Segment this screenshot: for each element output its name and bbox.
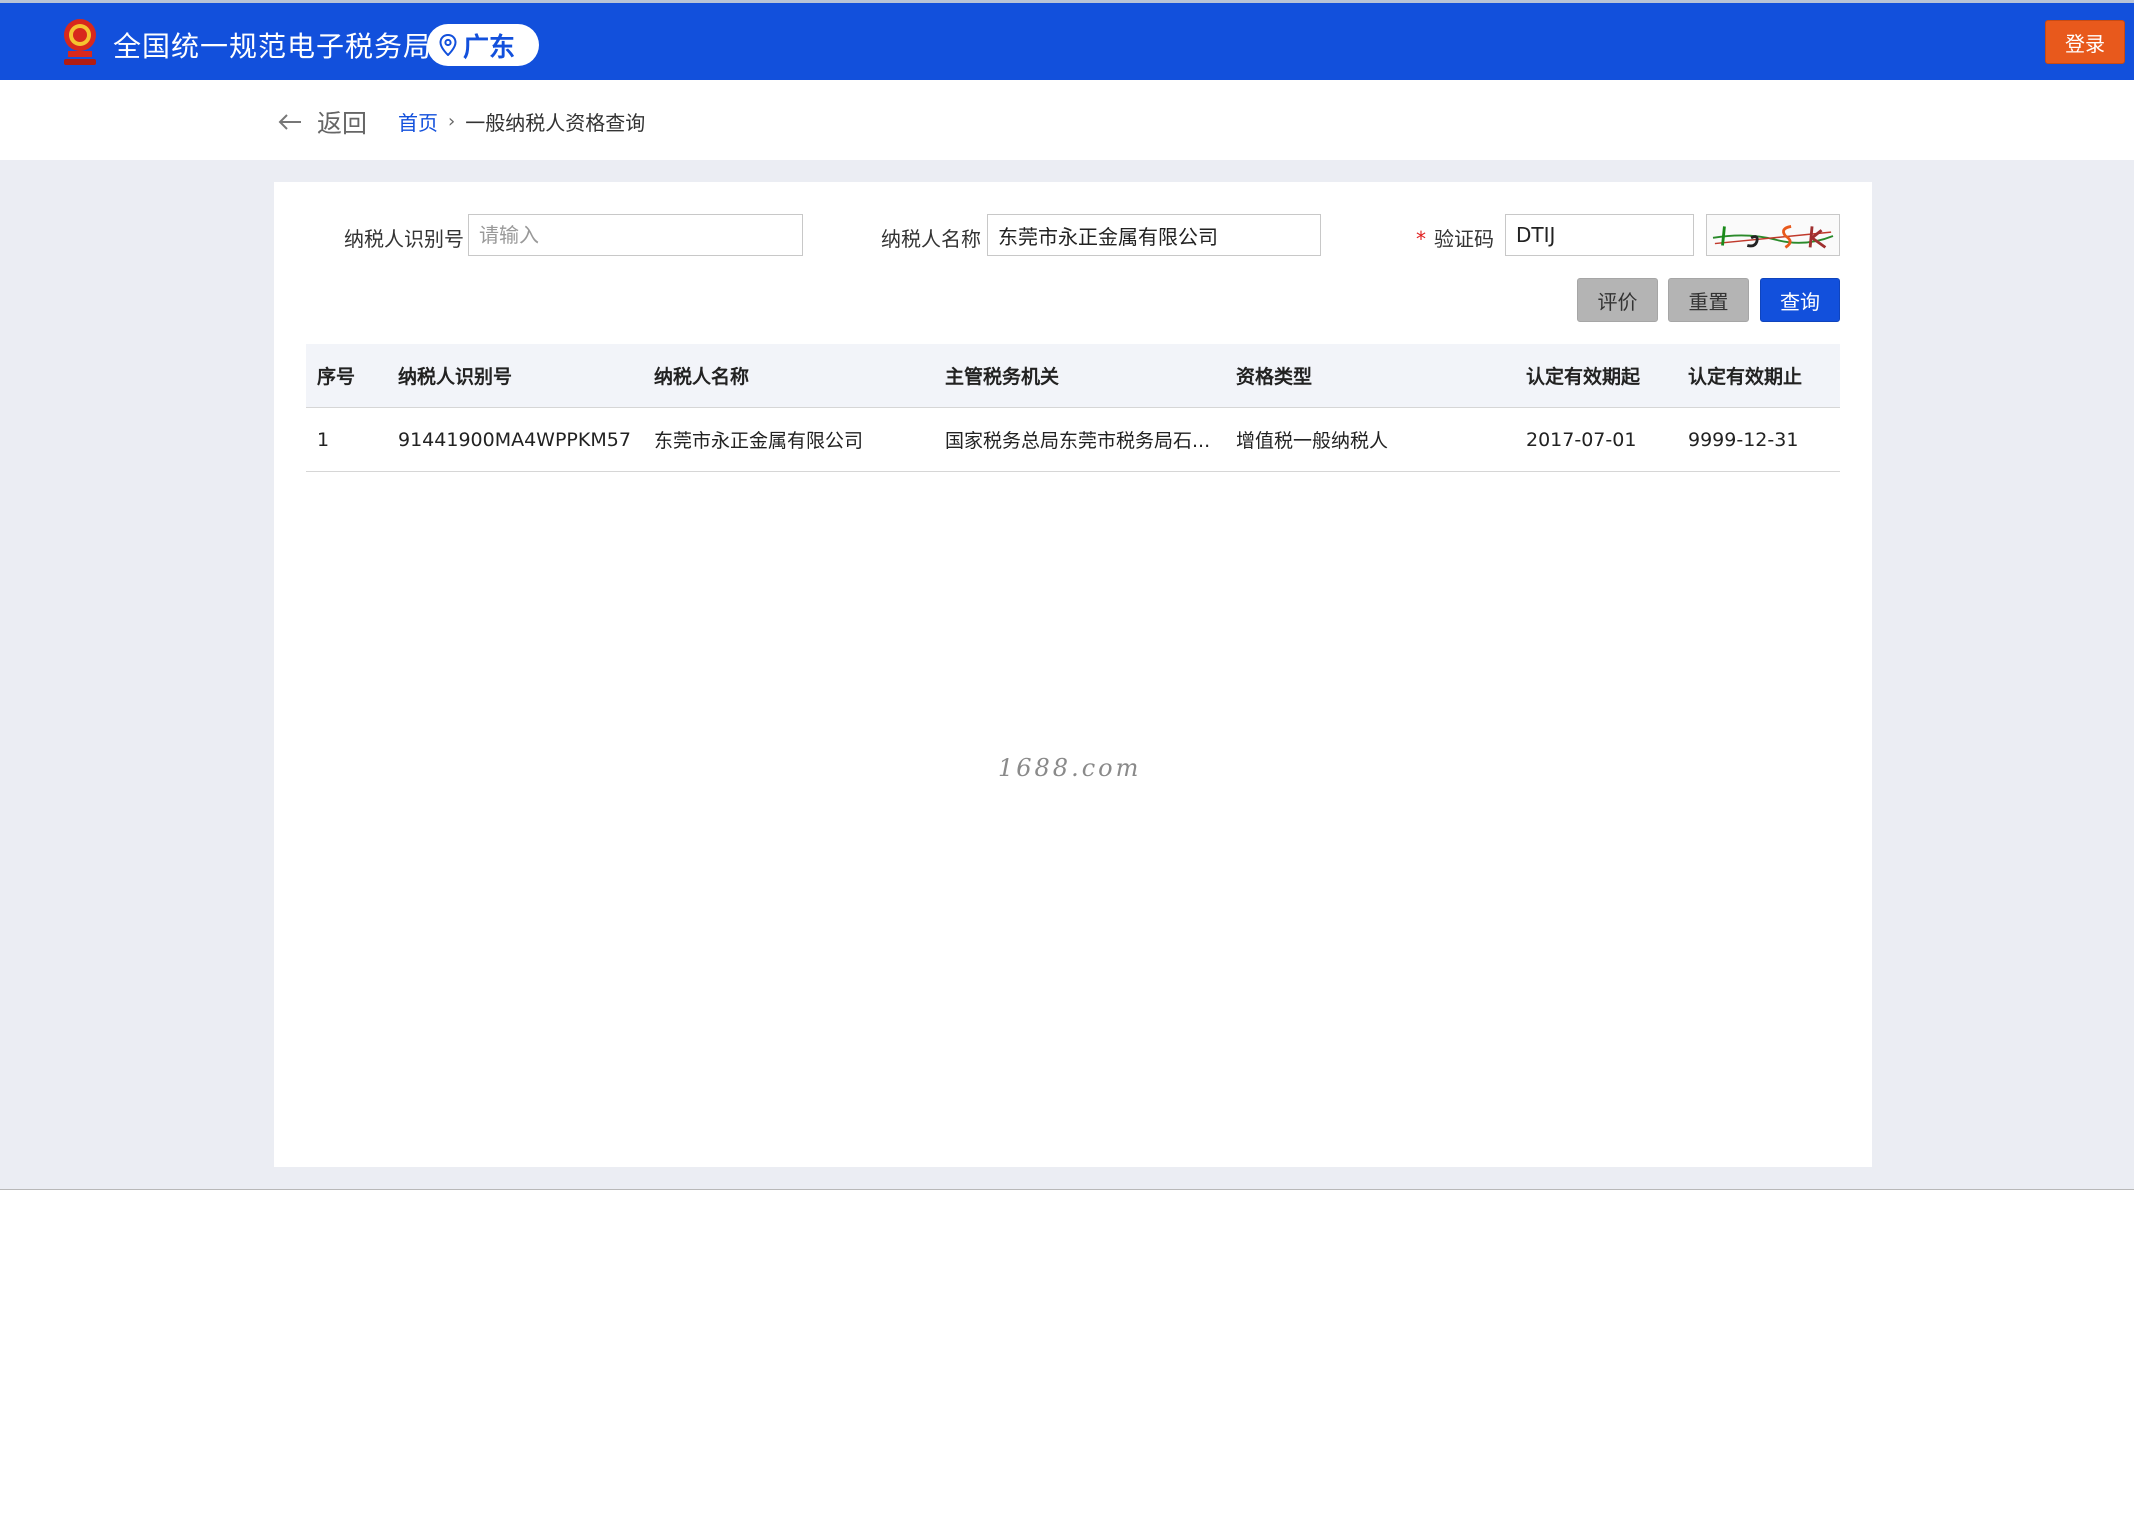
captcha-label: * 验证码 [1416, 223, 1494, 252]
cell-valid-from: 2017-07-01 [1526, 428, 1637, 451]
watermark: 1688.com [998, 754, 1142, 782]
location-pin-icon [439, 34, 457, 56]
captcha-label-text: 验证码 [1434, 227, 1494, 251]
column-header-qualification-type: 资格类型 [1236, 366, 1313, 388]
evaluate-button[interactable]: 评价 [1577, 278, 1658, 322]
login-button[interactable]: 登录 [2045, 20, 2125, 64]
taxpayer-name-label: 纳税人名称 [881, 227, 981, 251]
cell-valid-to: 9999-12-31 [1688, 428, 1799, 451]
required-mark: * [1416, 227, 1426, 251]
region-label: 广东 [463, 32, 516, 63]
taxpayer-id-input[interactable] [468, 214, 803, 256]
chevron-right-icon: › [448, 111, 456, 132]
cell-taxpayer-name: 东莞市永正金属有限公司 [654, 430, 864, 452]
query-panel [274, 182, 1872, 1167]
table-row: 1 91441900MA4WPPKM57 东莞市永正金属有限公司 国家税务总局东… [306, 408, 1840, 472]
captcha-input[interactable] [1505, 214, 1694, 256]
back-button[interactable]: 返回 [277, 104, 367, 140]
column-header-index: 序号 [317, 366, 356, 388]
column-header-tax-authority: 主管税务机关 [945, 366, 1060, 388]
taxpayer-id-label: 纳税人识别号 [344, 227, 464, 251]
top-header-bar: 全国统一规范电子税务局 广东 登录 [0, 0, 2134, 80]
table-header: 序号 纳税人识别号 纳税人名称 主管税务机关 资格类型 认定有效期起 认定有效期… [306, 344, 1840, 408]
breadcrumb-current: 一般纳税人资格查询 [465, 111, 646, 135]
captcha-image[interactable] [1706, 214, 1840, 256]
national-emblem-icon [64, 19, 96, 65]
arrow-left-icon [278, 114, 301, 130]
cell-tax-authority: 国家税务总局东莞市税务局石... [945, 430, 1211, 452]
column-header-valid-from: 认定有效期起 [1526, 366, 1641, 388]
column-header-taxpayer-name: 纳税人名称 [654, 366, 750, 388]
column-header-valid-to: 认定有效期止 [1688, 366, 1803, 388]
breadcrumb-home-link[interactable]: 首页 [398, 107, 438, 136]
breadcrumb-bar: 返回 首页 › 一般纳税人资格查询 [0, 80, 2134, 160]
region-selector[interactable]: 广东 [427, 24, 539, 66]
cell-index: 1 [317, 428, 330, 451]
query-button[interactable]: 查询 [1760, 278, 1840, 322]
taxpayer-name-input[interactable] [987, 214, 1321, 256]
back-label: 返回 [317, 109, 368, 138]
column-header-taxpayer-id: 纳税人识别号 [398, 366, 513, 388]
cell-taxpayer-id: 91441900MA4WPPKM57 [398, 428, 631, 451]
breadcrumb: 首页 › 一般纳税人资格查询 [398, 107, 645, 136]
reset-button[interactable]: 重置 [1668, 278, 1749, 322]
results-table: 序号 纳税人识别号 纳税人名称 主管税务机关 资格类型 认定有效期起 认定有效期… [306, 344, 1840, 472]
site-title: 全国统一规范电子税务局 [113, 30, 433, 63]
cell-qualification-type: 增值税一般纳税人 [1236, 430, 1389, 452]
